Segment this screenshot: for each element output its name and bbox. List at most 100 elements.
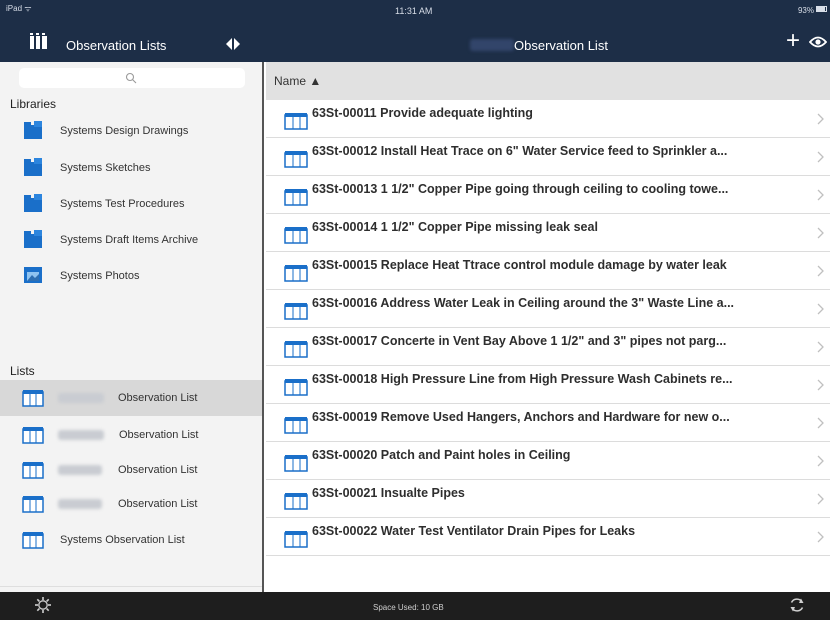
page-title: Observation List: [514, 38, 608, 53]
table-row[interactable]: 63St-00021 Insualte Pipes: [266, 480, 830, 518]
name-column-label: Name ▲: [274, 74, 322, 88]
list-item-label: Systems Observation List: [60, 534, 185, 546]
redacted-list-prefix: [58, 430, 104, 440]
row-title: 63St-00017 Concerte in Vent Bay Above 1 …: [312, 334, 727, 348]
row-title: 63St-00020 Patch and Paint holes in Ceil…: [312, 448, 571, 462]
folder-icon: [24, 194, 42, 212]
row-title: 63St-00011 Provide adequate lighting: [312, 106, 533, 120]
folder-icon: [24, 158, 42, 176]
row-title: 63St-00012 Install Heat Trace on 6" Wate…: [312, 144, 728, 158]
collapse-arrows-icon[interactable]: [226, 37, 240, 51]
library-item-draft-archive[interactable]: Systems Draft Items Archive: [0, 222, 262, 258]
lists-header: Lists: [10, 364, 35, 378]
list-table-icon: [22, 427, 44, 444]
chevron-right-icon: [817, 227, 824, 239]
table-row[interactable]: 63St-00016 Address Water Leak in Ceiling…: [266, 290, 830, 328]
redacted-list-prefix: [58, 465, 102, 475]
add-icon[interactable]: +: [784, 29, 802, 53]
photo-folder-icon: [24, 267, 42, 283]
list-divider: [0, 586, 262, 587]
library-item-label: Systems Photos: [60, 270, 140, 282]
list-table-icon: [284, 455, 308, 472]
table-row[interactable]: 63St-00020 Patch and Paint holes in Ceil…: [266, 442, 830, 480]
list-table-icon: [22, 462, 44, 479]
list-item-observation-3[interactable]: Observation List: [0, 452, 262, 488]
list-item-label: Observation List: [118, 392, 198, 404]
chevron-right-icon: [817, 189, 824, 201]
list-table-icon: [284, 379, 308, 396]
library-item-sketches[interactable]: Systems Sketches: [0, 150, 262, 186]
row-title: 63St-00015 Replace Heat Ttrace control m…: [312, 258, 727, 272]
list-table-icon: [22, 532, 44, 549]
sync-icon[interactable]: [788, 596, 806, 614]
chevron-right-icon: [817, 341, 824, 353]
row-title: 63St-00021 Insualte Pipes: [312, 486, 465, 500]
row-title: 63St-00014 1 1/2" Copper Pipe missing le…: [312, 220, 598, 234]
list-table-icon: [284, 265, 308, 282]
list-table-icon: [284, 417, 308, 434]
row-title: 63St-00018 High Pressure Line from High …: [312, 372, 733, 386]
list-table-icon: [284, 531, 308, 548]
status-device: iPad ᯤ: [6, 4, 32, 13]
table-row[interactable]: 63St-00015 Replace Heat Ttrace control m…: [266, 252, 830, 290]
table-row[interactable]: 63St-00022 Water Test Ventilator Drain P…: [266, 518, 830, 556]
eye-icon[interactable]: [809, 36, 827, 48]
folder-icon: [24, 230, 42, 248]
list-item-observation-4[interactable]: Observation List: [0, 486, 262, 522]
folder-icon: [24, 121, 42, 139]
footer-bar: Space Used: 10 GB: [0, 592, 830, 620]
list-table-icon: [22, 390, 44, 407]
library-item-test-procedures[interactable]: Systems Test Procedures: [0, 186, 262, 222]
battery-icon: [816, 6, 827, 12]
list-item-systems-observation[interactable]: Systems Observation List: [0, 522, 262, 558]
status-battery: 93%: [797, 6, 814, 15]
list-table-icon: [284, 341, 308, 358]
chevron-right-icon: [817, 265, 824, 277]
list-table-icon: [284, 189, 308, 206]
list-table-icon: [284, 151, 308, 168]
table-row[interactable]: 63St-00012 Install Heat Trace on 6" Wate…: [266, 138, 830, 176]
library-item-photos[interactable]: Systems Photos: [0, 258, 262, 294]
chevron-right-icon: [817, 493, 824, 505]
chevron-right-icon: [817, 113, 824, 125]
list-item-label: Observation List: [119, 429, 199, 441]
row-title: 63St-00022 Water Test Ventilator Drain P…: [312, 524, 636, 538]
chevron-right-icon: [817, 303, 824, 315]
chevron-right-icon: [817, 531, 824, 543]
settings-gear-icon[interactable]: [34, 596, 52, 614]
list-table-icon: [284, 227, 308, 244]
table-row[interactable]: 63St-00019 Remove Used Hangers, Anchors …: [266, 404, 830, 442]
list-item-label: Observation List: [118, 464, 198, 476]
library-bars-icon[interactable]: [30, 33, 47, 49]
redacted-list-prefix: [58, 393, 104, 403]
table-row[interactable]: 63St-00014 1 1/2" Copper Pipe missing le…: [266, 214, 830, 252]
space-used-label: Space Used: 10 GB: [373, 603, 444, 612]
table-row[interactable]: 63St-00017 Concerte in Vent Bay Above 1 …: [266, 328, 830, 366]
chevron-right-icon: [817, 417, 824, 429]
status-time: 11:31 AM: [395, 6, 433, 16]
search-input[interactable]: [19, 68, 245, 88]
table-row[interactable]: 63St-00013 1 1/2" Copper Pipe going thro…: [266, 176, 830, 214]
list-item-observation-1[interactable]: Observation List: [0, 380, 262, 416]
library-item-label: Systems Test Procedures: [60, 198, 185, 210]
chevron-right-icon: [817, 379, 824, 391]
sidebar: Libraries Systems Design Drawings System…: [0, 62, 264, 592]
sidebar-title: Observation Lists: [66, 38, 167, 53]
list-table-icon: [22, 496, 44, 513]
list-item-observation-2[interactable]: Observation List: [0, 417, 262, 453]
chevron-right-icon: [817, 455, 824, 467]
library-item-label: Systems Sketches: [60, 162, 151, 174]
list-table-icon: [284, 493, 308, 510]
library-item-label: Systems Draft Items Archive: [60, 234, 199, 246]
library-item-label: Systems Design Drawings: [60, 125, 189, 137]
table-row[interactable]: 63St-00011 Provide adequate lighting: [266, 100, 830, 138]
library-item-design-drawings[interactable]: Systems Design Drawings: [0, 113, 262, 149]
row-title: 63St-00016 Address Water Leak in Ceiling…: [312, 296, 735, 310]
table-row[interactable]: 63St-00018 High Pressure Line from High …: [266, 366, 830, 404]
chevron-right-icon: [817, 151, 824, 163]
row-title: 63St-00013 1 1/2" Copper Pipe going thro…: [312, 182, 729, 196]
row-title: 63St-00019 Remove Used Hangers, Anchors …: [312, 410, 730, 424]
redacted-list-prefix: [58, 499, 102, 509]
name-column-header[interactable]: Name ▲: [266, 62, 830, 100]
libraries-header: Libraries: [10, 97, 57, 111]
